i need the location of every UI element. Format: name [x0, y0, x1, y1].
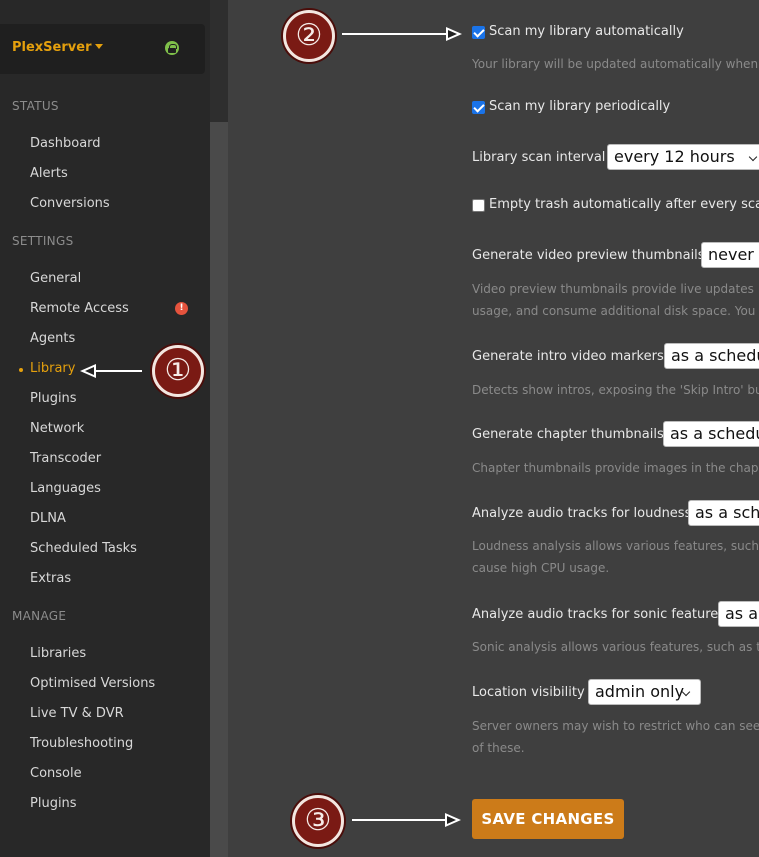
lock-icon [165, 41, 179, 55]
chapter-thumbs-label: Generate chapter thumbnails [472, 427, 664, 442]
location-desc-1: Server owners may wish to restrict who c… [472, 719, 759, 733]
chapter-thumbs-select[interactable]: as a schedul [663, 421, 759, 447]
annotation-arrow-1 [96, 370, 142, 372]
sidebar-item-console[interactable]: Console [30, 766, 82, 781]
arrow-right-icon [445, 813, 461, 827]
annotation-badge-2: ② [283, 10, 335, 62]
sonic-label: Analyze audio tracks for sonic features [472, 607, 726, 622]
sonic-desc: Sonic analysis allows various features, … [472, 640, 759, 654]
scan-interval-select[interactable]: every 12 hours [607, 144, 759, 170]
annotation-arrow-2 [342, 33, 446, 35]
sidebar-item-remote-access[interactable]: Remote Access [30, 301, 129, 316]
video-preview-desc-2: usage, and consume additional disk space… [472, 304, 756, 318]
server-name[interactable]: PlexServer [12, 40, 104, 55]
intro-markers-label: Generate intro video markers [472, 349, 664, 364]
chapter-thumbs-desc: Chapter thumbnails provide images in the… [472, 461, 759, 475]
sidebar-item-dlna[interactable]: DLNA [30, 511, 66, 526]
chevron-down-icon [748, 152, 758, 162]
sidebar-item-languages[interactable]: Languages [30, 481, 101, 496]
video-preview-label: Generate video preview thumbnails [472, 248, 705, 263]
scrollbar-thumb[interactable] [210, 122, 228, 857]
scan-auto-checkbox[interactable] [472, 26, 485, 39]
arrow-right-icon [446, 27, 462, 41]
sidebar-item-optimised-versions[interactable]: Optimised Versions [30, 676, 155, 691]
annotation-badge-3: ③ [292, 795, 344, 847]
sidebar-item-network[interactable]: Network [30, 421, 84, 436]
intro-markers-desc: Detects show intros, exposing the 'Skip … [472, 383, 759, 397]
settings-heading: SETTINGS [12, 234, 74, 248]
scan-auto-desc: Your library will be updated automatical… [472, 57, 759, 71]
sonic-select[interactable]: as a [718, 601, 759, 627]
loudness-label: Analyze audio tracks for loudness [472, 506, 692, 521]
scan-periodic-label[interactable]: Scan my library periodically [489, 99, 670, 114]
manage-heading: MANAGE [12, 609, 67, 623]
sidebar-scrollbar[interactable] [210, 0, 228, 857]
sidebar-item-library[interactable]: Library [30, 361, 75, 376]
sidebar-item-scheduled-tasks[interactable]: Scheduled Tasks [30, 541, 137, 556]
location-desc-2: of these. [472, 741, 525, 755]
loudness-desc-2: cause high CPU usage. [472, 561, 610, 575]
server-selector[interactable]: PlexServer [0, 24, 205, 74]
arrow-left-icon [80, 364, 96, 378]
sidebar-item-general[interactable]: General [30, 271, 81, 286]
annotation-arrow-3 [352, 819, 445, 821]
scan-periodic-checkbox[interactable] [472, 101, 485, 114]
location-select[interactable]: admin only [588, 679, 701, 705]
intro-markers-select[interactable]: as a schedul [664, 343, 759, 369]
save-changes-button[interactable]: SAVE CHANGES [472, 799, 624, 839]
sidebar-item-live-tv-dvr[interactable]: Live TV & DVR [30, 706, 124, 721]
loudness-desc-1: Loudness analysis allows various feature… [472, 539, 759, 553]
warning-icon: ! [175, 302, 188, 315]
location-label: Location visibility [472, 685, 585, 700]
sidebar-item-agents[interactable]: Agents [30, 331, 75, 346]
video-preview-select[interactable]: never [701, 242, 759, 268]
scan-auto-label[interactable]: Scan my library automatically [489, 24, 684, 39]
library-settings-panel: Scan my library automatically Your libra… [228, 0, 759, 857]
empty-trash-checkbox[interactable] [472, 199, 485, 212]
empty-trash-label[interactable]: Empty trash automatically after every sc… [489, 197, 759, 212]
sidebar-item-troubleshooting[interactable]: Troubleshooting [30, 736, 133, 751]
sidebar-item-manage-plugins[interactable]: Plugins [30, 796, 77, 811]
sidebar: PlexServer STATUS Dashboard Alerts Conve… [0, 0, 210, 857]
status-heading: STATUS [12, 99, 59, 113]
sidebar-item-extras[interactable]: Extras [30, 571, 71, 586]
scan-interval-label: Library scan interval [472, 150, 606, 165]
sidebar-item-libraries[interactable]: Libraries [30, 646, 86, 661]
annotation-badge-1: ① [152, 345, 204, 397]
video-preview-desc-1: Video preview thumbnails provide live up… [472, 282, 754, 296]
sidebar-item-dashboard[interactable]: Dashboard [30, 136, 101, 151]
chevron-down-icon [95, 44, 104, 49]
sidebar-item-conversions[interactable]: Conversions [30, 196, 110, 211]
active-indicator [19, 368, 23, 372]
sidebar-item-plugins[interactable]: Plugins [30, 391, 77, 406]
sidebar-item-transcoder[interactable]: Transcoder [30, 451, 101, 466]
sidebar-item-alerts[interactable]: Alerts [30, 166, 68, 181]
loudness-select[interactable]: as a sche [688, 500, 759, 526]
